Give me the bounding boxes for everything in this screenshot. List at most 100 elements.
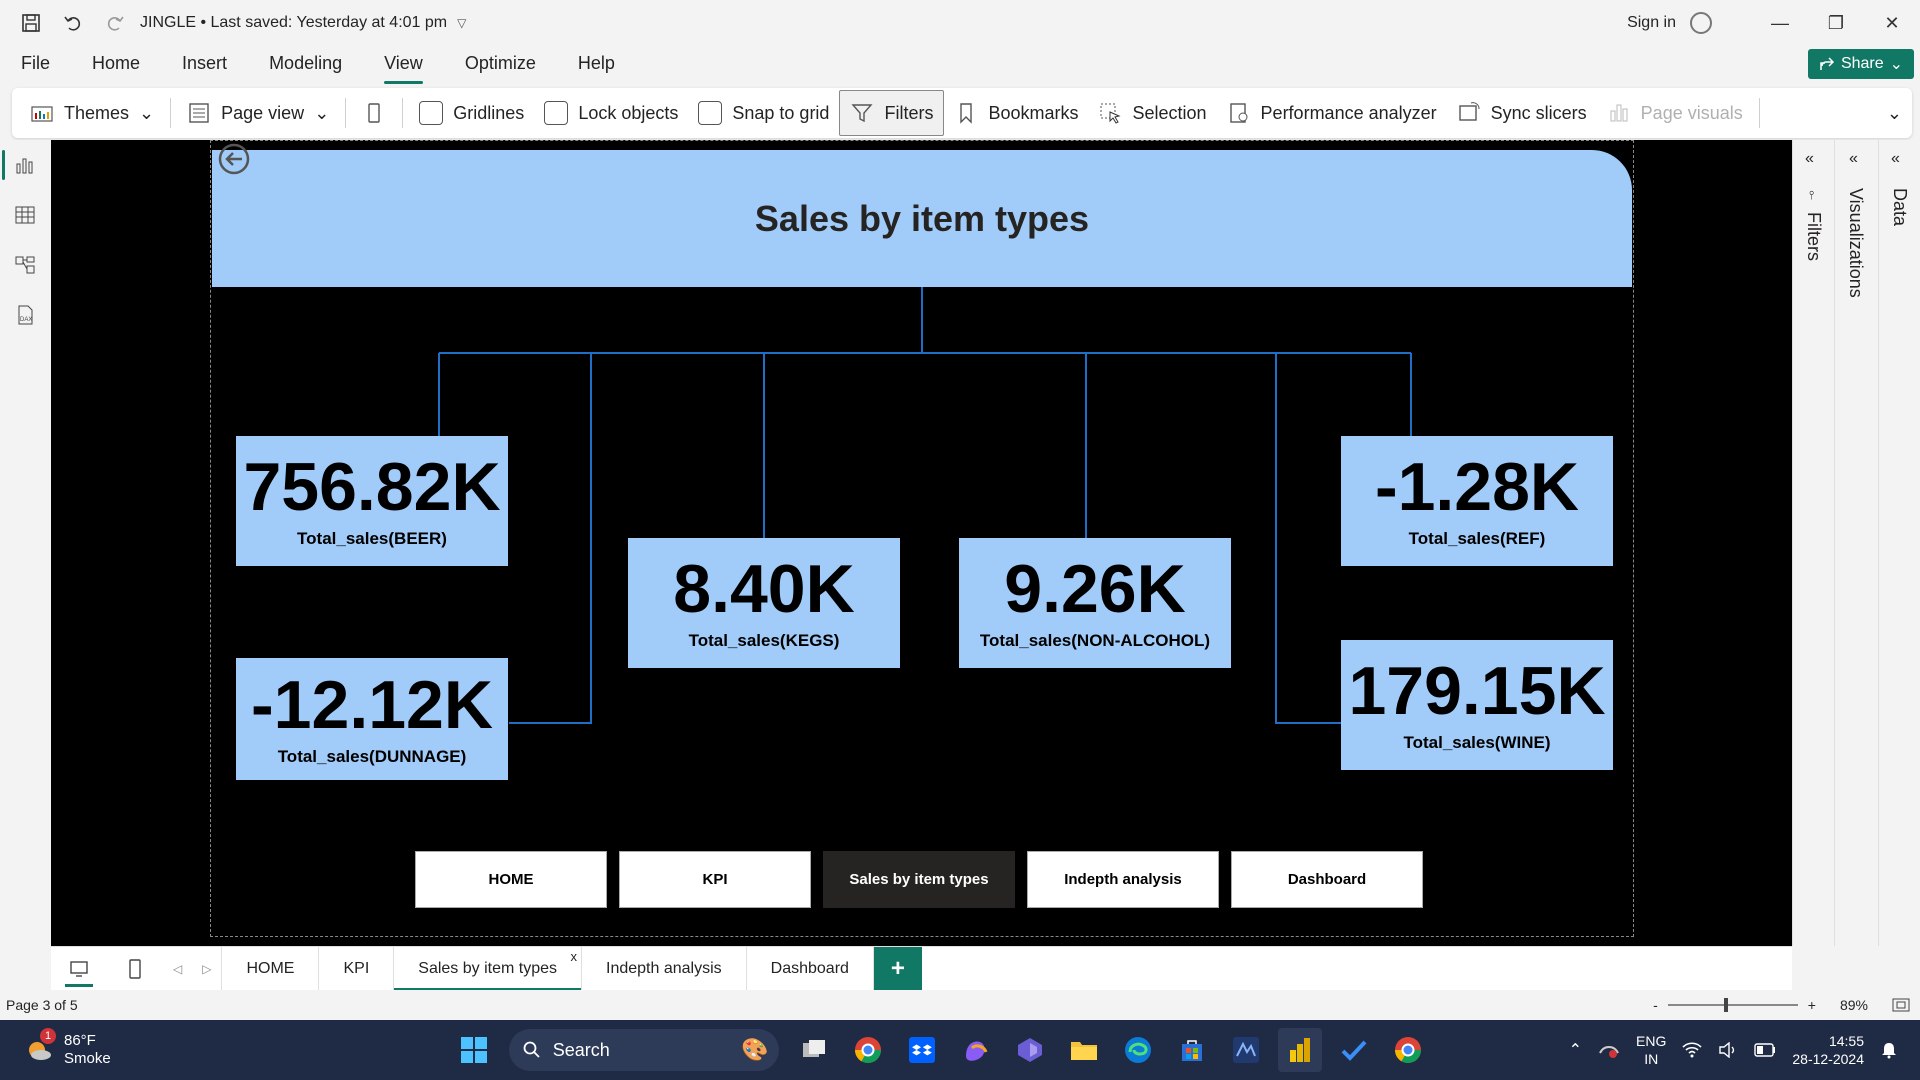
wifi-icon[interactable] [1682, 1042, 1702, 1058]
battery-icon[interactable] [1754, 1043, 1776, 1057]
task-view-icon[interactable] [792, 1028, 836, 1072]
gridlines-check[interactable] [419, 101, 444, 125]
file-explorer-icon[interactable] [1062, 1028, 1106, 1072]
user-icon[interactable] [1690, 12, 1712, 34]
network-warning-icon[interactable] [1598, 1041, 1620, 1059]
nav-button-dashboard[interactable]: Dashboard [1231, 851, 1423, 908]
zoom-slider[interactable] [1667, 998, 1798, 1012]
zoom-in-button[interactable]: + [1808, 997, 1816, 1013]
scroll-left-icon[interactable]: ◁ [163, 962, 192, 976]
gridlines-checkbox[interactable]: Gridlines [409, 90, 534, 136]
close-button[interactable]: ✕ [1864, 0, 1920, 46]
table-view-button[interactable] [0, 190, 50, 240]
mobile-layout-tab-button[interactable] [107, 947, 163, 991]
power-bi-icon[interactable] [1277, 1028, 1322, 1072]
page-view-button[interactable]: Page view ⌄ [177, 90, 339, 136]
report-view-button[interactable] [0, 140, 50, 190]
clock-date: 28-12-2024 [1792, 1051, 1864, 1067]
tab-kpi[interactable]: KPI [319, 946, 395, 991]
menu-file[interactable]: File [0, 46, 71, 86]
start-button[interactable] [452, 1028, 496, 1072]
menu-optimize[interactable]: Optimize [444, 46, 557, 86]
fit-to-page-icon[interactable] [1892, 998, 1910, 1012]
chrome-icon[interactable] [846, 1028, 890, 1072]
divider [402, 98, 404, 128]
bookmarks-button[interactable]: Bookmarks [944, 90, 1088, 136]
menu-help[interactable]: Help [557, 46, 636, 86]
chrome-profile-icon[interactable] [1386, 1028, 1430, 1072]
redo-icon[interactable] [104, 12, 126, 34]
filters-button[interactable]: Filters [839, 90, 945, 136]
visualizations-pane[interactable]: « Visualizations [1834, 140, 1878, 946]
themes-button[interactable]: Themes ⌄ [12, 90, 164, 136]
lock-objects-check[interactable] [544, 101, 569, 125]
ribbon-expand-button[interactable]: ⌄ [1877, 90, 1912, 136]
tab-dashboard[interactable]: Dashboard [747, 946, 874, 991]
app-icon[interactable] [1224, 1028, 1268, 1072]
weather-widget[interactable]: 1 86°F Smoke [24, 1028, 111, 1068]
tab-indepth-analysis[interactable]: Indepth analysis [582, 946, 747, 991]
search-highlight-icon: 🎨 [741, 1037, 769, 1062]
dropbox-icon[interactable] [900, 1028, 944, 1072]
save-icon[interactable] [20, 12, 42, 34]
dax-query-view-button[interactable]: DAX [0, 290, 50, 340]
menu-home[interactable]: Home [71, 46, 161, 86]
undo-icon[interactable] [62, 12, 84, 34]
data-pane[interactable]: « Data [1878, 140, 1920, 946]
chevron-down-icon[interactable]: ▽ [457, 16, 466, 30]
restore-button[interactable]: ❐ [1808, 0, 1864, 46]
nav-button-indepth-analysis[interactable]: Indepth analysis [1027, 851, 1219, 908]
selection-label: Selection [1132, 102, 1207, 123]
status-bar: Page 3 of 5 - + 89% [0, 990, 1920, 1020]
card-kegs-value: 8.40K [673, 551, 855, 627]
todo-icon[interactable] [1332, 1028, 1376, 1072]
menu-view[interactable]: View [363, 46, 444, 86]
filters-pane[interactable]: « ⫯ Filters [1792, 140, 1834, 946]
performance-analyzer-button[interactable]: Performance analyzer [1217, 90, 1447, 136]
desktop-layout-button[interactable] [51, 947, 107, 991]
volume-icon[interactable] [1718, 1042, 1738, 1058]
page-visuals-button[interactable]: Page visuals [1597, 90, 1753, 136]
sign-in-link[interactable]: Sign in [1627, 14, 1676, 32]
selection-button[interactable]: Selection [1088, 90, 1216, 136]
expand-visualizations-icon[interactable]: « [1849, 150, 1858, 168]
tab-home[interactable]: HOME [221, 946, 320, 991]
visual-studio-icon[interactable] [1008, 1028, 1052, 1072]
share-button[interactable]: Share ⌄ [1808, 49, 1914, 79]
model-view-button[interactable] [0, 240, 50, 290]
edge-icon[interactable] [1116, 1028, 1160, 1072]
lock-objects-checkbox[interactable]: Lock objects [534, 90, 688, 136]
close-tab-icon[interactable]: x [571, 935, 578, 979]
taskbar-search[interactable]: Search 🎨 [508, 1029, 779, 1071]
zoom-slider-thumb[interactable] [1723, 998, 1728, 1012]
menu-modeling[interactable]: Modeling [248, 46, 363, 86]
card-dunnage: -12.12K Total_sales(DUNNAGE) [236, 658, 508, 780]
tab-sales-by-item-types[interactable]: Sales by item types x [394, 946, 582, 991]
menu-insert[interactable]: Insert [161, 46, 248, 86]
nav-button-kpi[interactable]: KPI [619, 851, 811, 908]
language-indicator[interactable]: ENG IN [1636, 1032, 1666, 1068]
filters-label: Filters [884, 102, 934, 123]
zoom-out-button[interactable]: - [1653, 997, 1658, 1013]
copilot-icon[interactable] [954, 1028, 998, 1072]
sync-slicers-button[interactable]: Sync slicers [1447, 90, 1597, 136]
snap-to-grid-check[interactable] [698, 101, 723, 125]
show-hidden-icons[interactable]: ⌃ [1569, 1040, 1582, 1060]
svg-text:DAX: DAX [20, 317, 32, 323]
snap-to-grid-checkbox[interactable]: Snap to grid [688, 90, 839, 136]
minimize-button[interactable]: — [1752, 0, 1808, 46]
nav-button-home[interactable]: HOME [415, 851, 607, 908]
mobile-layout-button[interactable] [352, 90, 396, 136]
card-non-alcohol-value: 9.26K [1004, 551, 1186, 627]
scroll-right-icon[interactable]: ▷ [192, 962, 221, 976]
card-kegs-label: Total_sales(KEGS) [688, 631, 840, 650]
clock[interactable]: 14:55 28-12-2024 [1792, 1032, 1864, 1068]
windows-logo-icon [460, 1037, 487, 1063]
expand-filters-icon[interactable]: « [1805, 150, 1814, 168]
data-pane-label: Data [1890, 188, 1910, 227]
microsoft-store-icon[interactable] [1170, 1028, 1214, 1072]
add-page-button[interactable]: + [873, 946, 922, 991]
nav-button-sales-by-item-types[interactable]: Sales by item types [823, 851, 1015, 908]
expand-data-icon[interactable]: « [1891, 150, 1900, 168]
notification-bell-icon[interactable] [1880, 1041, 1898, 1059]
